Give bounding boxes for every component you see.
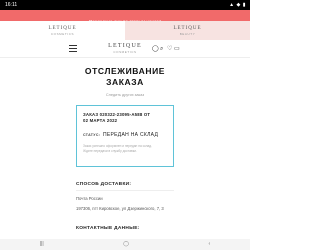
breadcrumb[interactable]: Следить других заказ [0, 93, 250, 98]
order-number: ЗАКАЗ 020322-23095-A588 ОТ 02 МАРТА 2022 [83, 112, 167, 124]
status-label: СТАТУС: [83, 133, 101, 137]
order-number-line2: 02 МАРТА 2022 [83, 118, 118, 123]
store-tabs: LETIQUE COSMETICS LETIQUE BEAUTY [0, 21, 250, 40]
site-header: LETIQUE COSMETICS ◯ ⌕ ♡ ▭ [0, 40, 250, 58]
divider [76, 190, 174, 191]
page-title-line1: ОТСЛЕЖИВАНИЕ [84, 66, 166, 76]
status-value: ПЕРЕДАН НА СКЛАД [103, 132, 159, 138]
tab-cosmetics[interactable]: LETIQUE COSMETICS [0, 21, 125, 40]
status-bar: 16:11 ▲ ◆ ▮ [0, 0, 250, 10]
back-icon[interactable]: ‹ [209, 239, 211, 250]
tab-sub: COSMETICS [50, 31, 75, 36]
heart-icon[interactable]: ♡ [167, 45, 172, 53]
hamburger-icon[interactable] [69, 45, 77, 52]
promo-banner[interactable]: Последние дни по старым ценам! [0, 10, 250, 24]
status-time: 16:11 [5, 2, 18, 8]
status-note: Заказ успешно оформлен и передан на скла… [83, 144, 167, 153]
recent-apps-icon[interactable]: ||| [40, 239, 44, 250]
user-icon[interactable]: ◯ [152, 45, 159, 53]
search-icon[interactable]: ⌕ [160, 45, 163, 53]
delivery-address: 197306, пгт Кировское, ул Дзержинского, … [76, 206, 164, 211]
android-nav-bar: ||| ◯ ‹ [0, 239, 250, 250]
tab-sub: BEAUTY [179, 31, 196, 36]
status-note-line2: Ждите передачи в службу доставки. [83, 148, 137, 153]
order-status-card: ЗАКАЗ 020322-23095-A588 ОТ 02 МАРТА 2022… [76, 105, 174, 167]
status-row: СТАТУС: ПЕРЕДАН НА СКЛАД [83, 132, 167, 138]
page-title: ОТСЛЕЖИВАНИЕ ЗАКАЗА [0, 66, 250, 88]
brand-sub: COSMETICS [113, 50, 137, 54]
home-icon[interactable]: ◯ [123, 239, 129, 250]
page-title-line2: ЗАКАЗА [106, 77, 144, 87]
contacts-title: КОНТАКТНЫЕ ДАННЫЕ: [76, 226, 140, 231]
delivery-title: СПОСОБ ДОСТАВКИ: [76, 182, 132, 187]
brand-name: LETIQUE [108, 43, 142, 49]
tab-beauty[interactable]: LETIQUE BEAUTY [125, 21, 250, 40]
system-icons: ▲ ◆ ▮ [229, 2, 246, 8]
delivery-method: Почта России [76, 196, 103, 201]
cart-icon[interactable]: ▭ [174, 45, 180, 53]
brand-logo[interactable]: LETIQUE COSMETICS [100, 43, 150, 54]
